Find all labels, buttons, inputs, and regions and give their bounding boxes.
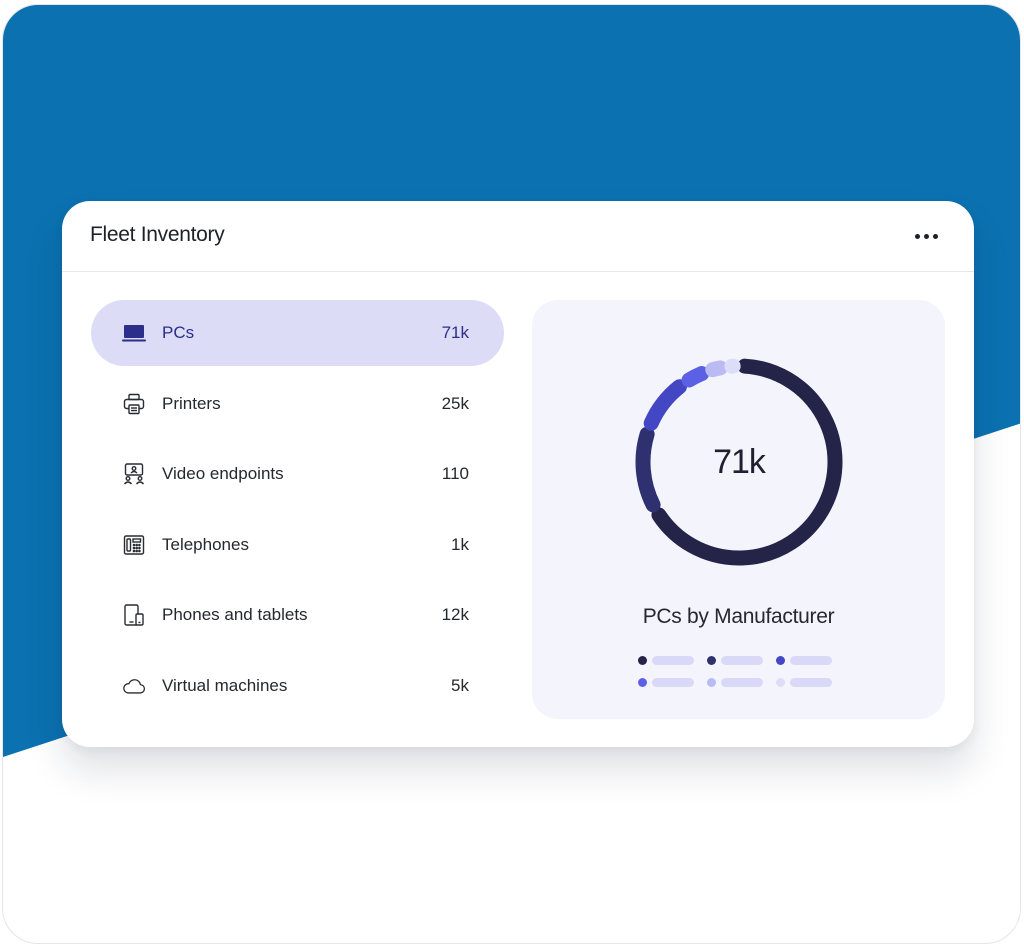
card-header: Fleet Inventory — [62, 201, 974, 272]
chart-panel: 71k PCs by Manufacturer — [532, 300, 945, 719]
item-count: 71k — [441, 323, 469, 342]
list-item-telephones[interactable]: Telephones 1k — [91, 512, 504, 578]
item-label: Printers — [162, 393, 221, 413]
printer-icon — [122, 392, 146, 416]
item-count: 1k — [451, 534, 469, 554]
legend-dot — [638, 678, 647, 687]
legend-placeholder-bar — [790, 656, 832, 665]
list-item-printers[interactable]: Printers 25k — [91, 371, 504, 437]
more-options-button[interactable] — [908, 225, 944, 247]
item-label: PCs — [162, 323, 195, 342]
donut-center-value: 71k — [713, 442, 766, 481]
legend-item — [776, 678, 832, 687]
more-horizontal-icon — [914, 233, 920, 239]
item-label: Virtual machines — [162, 675, 288, 695]
phone-tablet-icon — [122, 603, 146, 627]
item-count: 110 — [441, 464, 469, 483]
legend-dot — [776, 678, 785, 687]
fleet-inventory-card: Fleet Inventory PCs 71k Printers 25k Vid… — [62, 201, 974, 747]
more-dot — [923, 233, 929, 239]
list-item-phones-and-tablets[interactable]: Phones and tablets 12k — [91, 582, 504, 648]
item-label: Video endpoints — [162, 464, 284, 483]
legend-item — [707, 656, 763, 665]
legend-dot — [776, 656, 785, 665]
item-label: Telephones — [162, 534, 249, 554]
legend-placeholder-bar — [790, 678, 832, 687]
item-count: 12k — [441, 605, 469, 624]
laptop-icon — [122, 321, 146, 345]
list-item-virtual-machines[interactable]: Virtual machines 5k — [91, 653, 504, 719]
legend-item — [776, 656, 832, 665]
list-item-video-endpoints[interactable]: Video endpoints 110 — [91, 441, 504, 507]
legend-item — [638, 656, 694, 665]
more-dot — [932, 233, 938, 239]
legend-item — [707, 678, 763, 687]
legend-dot — [707, 656, 716, 665]
item-label: Phones and tablets — [162, 605, 308, 624]
list-item-pcs[interactable]: PCs 71k — [91, 300, 504, 366]
card-title: Fleet Inventory — [90, 223, 225, 246]
legend-placeholder-bar — [652, 678, 694, 687]
legend-dot — [707, 678, 716, 687]
legend-row — [638, 656, 848, 665]
item-count: 5k — [451, 675, 469, 695]
telephone-icon — [122, 533, 146, 557]
chart-title: PCs by Manufacturer — [642, 605, 835, 628]
legend-placeholder-bar — [721, 656, 763, 665]
inventory-list: PCs 71k Printers 25k Video endpoints 110… — [91, 300, 504, 723]
legend-dot — [638, 656, 647, 665]
legend-placeholder-bar — [652, 656, 694, 665]
chart-legend — [638, 656, 848, 700]
legend-item — [638, 678, 694, 687]
item-count: 25k — [441, 393, 469, 413]
cloud-icon — [122, 674, 146, 698]
legend-placeholder-bar — [721, 678, 763, 687]
video-endpoint-icon — [122, 462, 146, 486]
legend-row — [638, 678, 848, 687]
